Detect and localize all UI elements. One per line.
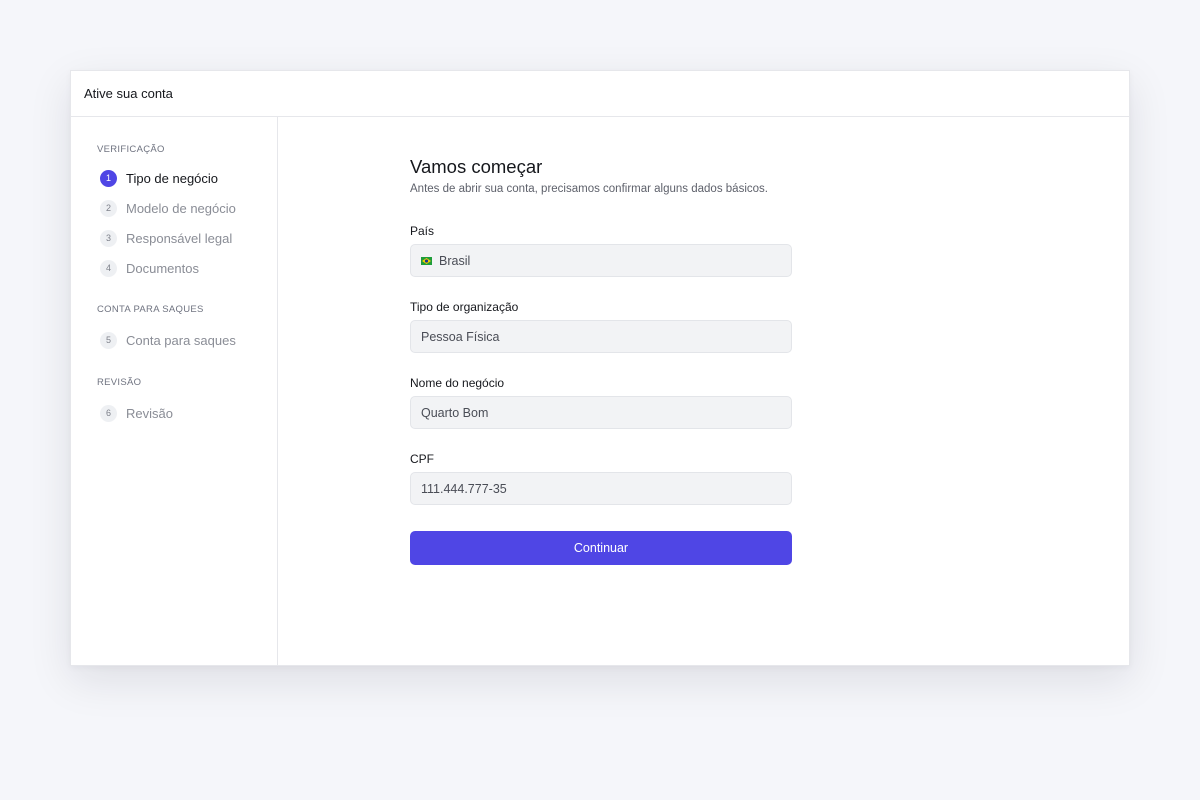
step-responsavel-legal[interactable]: 3 Responsável legal — [97, 223, 277, 253]
window-header: Ative sua conta — [71, 71, 1129, 117]
step-number-badge: 5 — [100, 331, 117, 349]
organization-type-label: Tipo de organização — [410, 300, 519, 314]
country-select[interactable]: Brasil — [410, 244, 792, 277]
section-label-verificacao: VERIFICAÇÃO — [97, 144, 165, 155]
country-value: Brasil — [439, 253, 471, 268]
step-revisao[interactable]: 6 Revisão — [97, 398, 277, 428]
window-title: Ative sua conta — [84, 86, 173, 101]
step-label: Conta para saques — [126, 332, 236, 348]
continue-button[interactable]: Continuar — [410, 531, 792, 565]
step-number-badge: 6 — [100, 404, 117, 422]
cpf-value: 111.444.777-35 — [421, 481, 507, 496]
brazil-flag-icon — [421, 256, 432, 265]
step-conta-para-saques[interactable]: 5 Conta para saques — [97, 325, 277, 355]
step-label: Modelo de negócio — [126, 200, 236, 216]
step-number-badge: 2 — [100, 199, 117, 217]
business-name-value: Quarto Bom — [421, 405, 489, 420]
organization-type-field[interactable]: Pessoa Física — [410, 320, 792, 353]
steps-sidebar: VERIFICAÇÃO 1 Tipo de negócio 2 Modelo d… — [71, 117, 278, 666]
step-number-badge: 3 — [100, 229, 117, 247]
business-name-field[interactable]: Quarto Bom — [410, 396, 792, 429]
section-label-conta-para-saques: CONTA PARA SAQUES — [97, 304, 204, 315]
step-label: Tipo de negócio — [126, 170, 219, 186]
country-label: País — [410, 224, 435, 238]
main-content: Vamos começar Antes de abrir sua conta, … — [278, 117, 1129, 666]
business-type-form: Vamos começar Antes de abrir sua conta, … — [410, 156, 792, 565]
step-tipo-de-negocio[interactable]: 1 Tipo de negócio — [97, 163, 277, 193]
step-modelo-de-negocio[interactable]: 2 Modelo de negócio — [97, 193, 277, 223]
step-label: Revisão — [126, 405, 173, 421]
section-label-revisao: REVISÃO — [97, 377, 142, 388]
page-subtitle: Antes de abrir sua conta, precisamos con… — [410, 183, 768, 195]
onboarding-window: Ative sua conta VERIFICAÇÃO 1 Tipo de ne… — [70, 70, 1130, 666]
step-documentos[interactable]: 4 Documentos — [97, 253, 277, 283]
cpf-label: CPF — [410, 452, 434, 466]
page-title: Vamos começar — [410, 156, 543, 177]
organization-type-value: Pessoa Física — [421, 329, 500, 344]
step-number-badge: 4 — [100, 259, 117, 277]
business-name-label: Nome do negócio — [410, 376, 505, 390]
step-label: Responsável legal — [126, 230, 233, 246]
step-number-badge: 1 — [100, 169, 117, 187]
step-label: Documentos — [126, 260, 199, 276]
cpf-field[interactable]: 111.444.777-35 — [410, 472, 792, 505]
